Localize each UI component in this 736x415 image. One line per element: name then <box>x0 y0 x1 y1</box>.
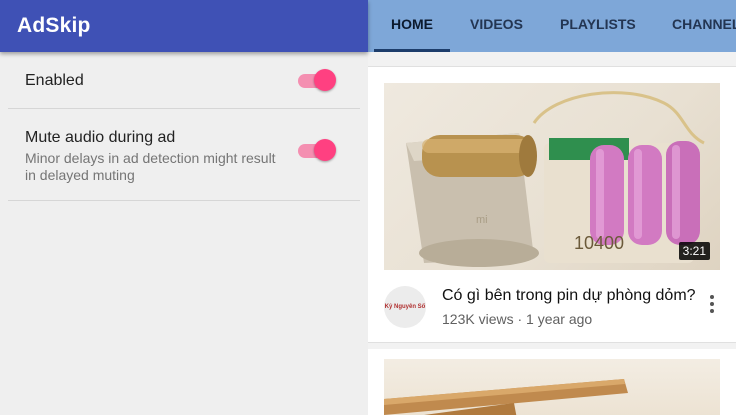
capacity-marking: 10400 <box>574 233 624 253</box>
channel-avatar[interactable]: Kỷ Nguyên Số <box>384 286 426 328</box>
video-meta: 123K views · 1 year ago <box>442 311 593 327</box>
settings-list: Enabled Mute audio during ad Minor delay… <box>0 52 368 201</box>
youtube-panel: HOME VIDEOS PLAYLISTS CHANNEL mi 10400 3… <box>368 0 736 415</box>
setting-mute-audio-label: Mute audio during ad <box>25 129 176 146</box>
enabled-toggle[interactable] <box>298 69 336 93</box>
video-thumbnail[interactable]: mi 10400 3:21 <box>384 83 720 270</box>
video-thumbnail[interactable] <box>384 359 720 415</box>
feed-spacer <box>368 52 736 67</box>
mute-audio-toggle[interactable] <box>298 139 336 163</box>
setting-enabled-label: Enabled <box>25 72 84 89</box>
setting-enabled[interactable]: Enabled <box>8 52 360 108</box>
next-video-image <box>384 379 628 415</box>
adskip-app: AdSkip Enabled Mute audio during ad Mino… <box>0 0 368 415</box>
setting-mute-audio-summary: Minor delays in ad detection might resul… <box>25 150 276 183</box>
toggle-thumb <box>314 69 336 91</box>
video-card[interactable] <box>368 349 736 415</box>
tab-playlists[interactable]: PLAYLISTS <box>560 0 636 52</box>
app-title: AdSkip <box>17 14 91 37</box>
tab-home[interactable]: HOME <box>374 0 450 52</box>
power-bank-image: mi 10400 <box>406 91 705 267</box>
setting-mute-audio[interactable]: Mute audio during ad Minor delays in ad … <box>8 109 360 200</box>
tab-channels[interactable]: CHANNEL <box>672 0 736 52</box>
app-bar: AdSkip <box>0 0 368 52</box>
video-title[interactable]: Có gì bên trong pin dự phòng dỏm? <box>442 287 696 305</box>
tab-videos[interactable]: VIDEOS <box>470 0 523 52</box>
brand-marking: mi <box>476 214 488 226</box>
divider <box>8 200 360 201</box>
channel-avatar-text: Kỷ Nguyên Số <box>384 304 426 310</box>
video-duration: 3:21 <box>678 242 710 260</box>
video-card[interactable]: mi 10400 3:21 Kỷ Nguyên Số Có gì bên tro… <box>368 67 736 343</box>
toggle-thumb <box>314 139 336 161</box>
more-vert-icon[interactable] <box>706 293 718 315</box>
channel-tabs: HOME VIDEOS PLAYLISTS CHANNEL <box>368 0 736 52</box>
